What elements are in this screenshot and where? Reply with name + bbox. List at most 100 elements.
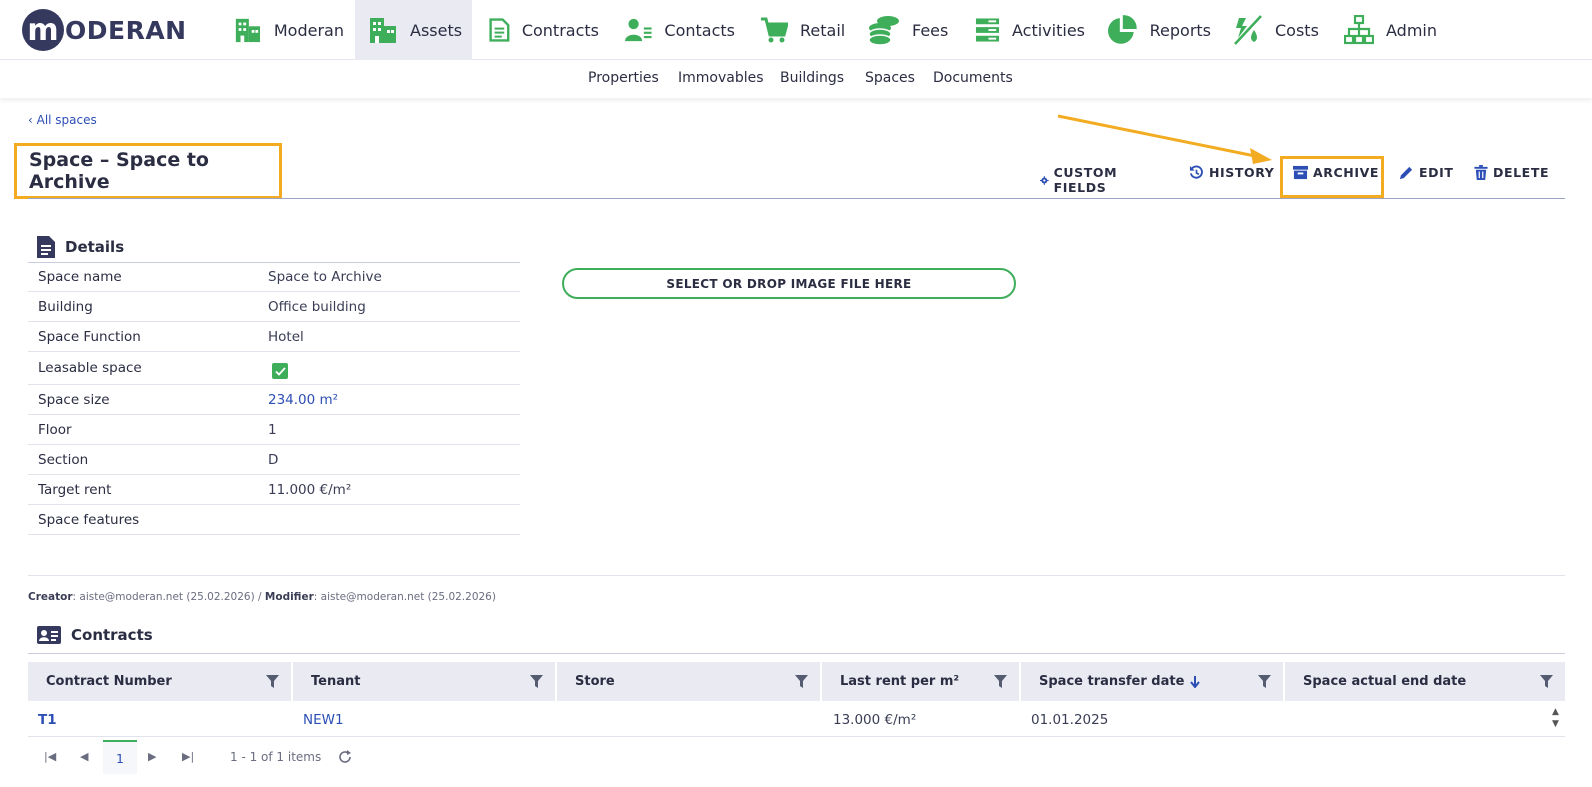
column-title: Tenant — [311, 674, 361, 689]
archive-highlight — [1280, 156, 1384, 198]
nav-item-assets[interactable]: Assets — [355, 0, 472, 60]
column-header-last-rent[interactable]: Last rent per m² — [822, 662, 1021, 701]
annotation-arrow — [1057, 114, 1272, 164]
detail-label: Space size — [38, 391, 110, 408]
detail-value: 1 — [268, 421, 277, 438]
subnav-documents[interactable]: Documents — [933, 70, 1013, 86]
modifier-value: : aiste@moderan.net (25.02.2026) — [313, 591, 496, 603]
filter-icon[interactable] — [795, 675, 808, 688]
building-icon — [235, 18, 261, 43]
last-page-icon[interactable]: ▶| — [182, 750, 194, 763]
detail-value — [268, 357, 288, 379]
column-header-space-actual-end-date[interactable]: Space actual end date — [1285, 662, 1565, 701]
section-divider — [28, 575, 1565, 576]
nav-label: Reports — [1149, 20, 1211, 40]
refresh-icon[interactable] — [338, 750, 352, 764]
column-header-store[interactable]: Store — [557, 662, 822, 701]
column-title: Space transfer date — [1039, 674, 1185, 689]
sub-navigation: Properties Immovables Buildings Spaces D… — [0, 60, 1592, 98]
detail-value: Space to Archive — [268, 268, 382, 285]
delete-label: DELETE — [1493, 165, 1550, 180]
column-header-space-transfer-date[interactable]: Space transfer date — [1021, 662, 1285, 701]
moderan-logo[interactable]: m ODERAN — [22, 8, 187, 52]
detail-row: Building Office building — [28, 292, 520, 322]
tenant-link[interactable]: NEW1 — [293, 712, 558, 728]
creator-value: : aiste@moderan.net (25.02.2026) / — [72, 591, 265, 603]
sort-descending-icon — [1190, 675, 1201, 688]
column-title: Store — [575, 674, 615, 689]
filter-icon[interactable] — [266, 675, 279, 688]
edit-button[interactable]: EDIT — [1399, 165, 1454, 180]
space-size-link[interactable]: 234.00 m² — [268, 392, 338, 408]
gear-icon — [1040, 175, 1049, 185]
detail-label: Building — [38, 298, 93, 315]
check-icon — [274, 366, 286, 376]
contracts-heading-label: Contracts — [71, 626, 153, 644]
leasable-checkbox — [272, 363, 288, 379]
nav-item-admin[interactable]: Admin — [1344, 0, 1444, 60]
nav-item-activities[interactable]: Activities — [975, 0, 1085, 60]
column-header-tenant[interactable]: Tenant — [293, 662, 557, 701]
transfer-date-cell: 01.01.2025 — [1031, 711, 1109, 728]
image-drop-button[interactable]: SELECT OR DROP IMAGE FILE HERE — [562, 268, 1016, 299]
pagination: |◀ ◀ 1 ▶ ▶| 1 - 1 of 1 items — [28, 740, 628, 776]
cart-icon — [761, 17, 788, 43]
first-page-icon[interactable]: |◀ — [44, 750, 56, 763]
detail-row: Section D — [28, 445, 520, 475]
column-header-contract-number[interactable]: Contract Number — [28, 662, 293, 701]
page-title: Space – Space to Archive — [29, 149, 209, 193]
last-rent-cell: 13.000 €/m² — [833, 711, 917, 728]
filter-icon[interactable] — [1540, 675, 1553, 688]
history-button[interactable]: HISTORY — [1189, 165, 1274, 180]
nav-label: Admin — [1386, 20, 1437, 40]
nav-item-contacts[interactable]: Contacts — [625, 0, 735, 60]
delete-button[interactable]: DELETE — [1474, 165, 1549, 180]
subnav-buildings[interactable]: Buildings — [780, 70, 844, 86]
history-icon — [1189, 165, 1203, 179]
nav-label: Retail — [800, 20, 846, 40]
details-heading-label: Details — [65, 238, 125, 256]
nav-item-retail[interactable]: Retail — [760, 0, 850, 60]
grid-scrollbar[interactable]: ▲ ▼ — [1552, 706, 1559, 730]
nav-item-contracts[interactable]: Contracts — [489, 0, 599, 60]
sitemap-icon — [1344, 15, 1374, 45]
filter-icon[interactable] — [1258, 675, 1271, 688]
custom-fields-button[interactable]: CUSTOM FIELDS — [1040, 165, 1124, 195]
contract-number-link[interactable]: T1 — [28, 712, 293, 728]
scroll-down-icon[interactable]: ▼ — [1552, 718, 1559, 730]
detail-row: Space features — [28, 505, 520, 535]
contracts-divider — [28, 653, 1565, 654]
contracts-grid-header: Contract Number Tenant Store Last rent p… — [28, 662, 1565, 701]
next-page-icon[interactable]: ▶ — [148, 750, 156, 763]
nav-item-fees[interactable]: Fees — [868, 0, 953, 60]
detail-label: Floor — [38, 421, 72, 438]
subnav-immovables[interactable]: Immovables — [678, 70, 764, 86]
nav-item-moderan[interactable]: Moderan — [234, 0, 344, 60]
detail-label: Space name — [38, 268, 122, 285]
detail-label: Target rent — [38, 481, 112, 498]
creator-label: Creator — [28, 591, 73, 603]
detail-value: 11.000 €/m² — [268, 481, 352, 498]
document-icon — [489, 18, 510, 42]
history-label: HISTORY — [1209, 165, 1275, 180]
prev-page-icon[interactable]: ◀ — [80, 750, 88, 763]
scroll-up-icon[interactable]: ▲ — [1552, 706, 1559, 718]
contact-icon — [625, 18, 652, 42]
detail-row: Leasable space — [28, 352, 520, 385]
details-table: Space name Space to Archive Building Off… — [28, 262, 520, 535]
utility-icon — [1234, 15, 1262, 45]
nav-label: Moderan — [273, 20, 344, 40]
detail-row: Target rent 11.000 €/m² — [28, 475, 520, 505]
filter-icon[interactable] — [994, 675, 1007, 688]
nav-item-costs[interactable]: Costs — [1233, 0, 1323, 60]
subnav-properties[interactable]: Properties — [588, 70, 659, 86]
list-icon — [975, 18, 1000, 42]
filter-icon[interactable] — [530, 675, 543, 688]
current-page-button[interactable]: 1 — [103, 740, 137, 774]
pencil-icon — [1399, 166, 1413, 180]
subnav-spaces[interactable]: Spaces — [865, 70, 915, 86]
back-to-all-spaces-link[interactable]: ‹ All spaces — [28, 113, 97, 127]
nav-item-reports[interactable]: Reports — [1106, 0, 1211, 60]
trash-icon — [1474, 165, 1488, 180]
logo-mark: m — [22, 9, 64, 51]
